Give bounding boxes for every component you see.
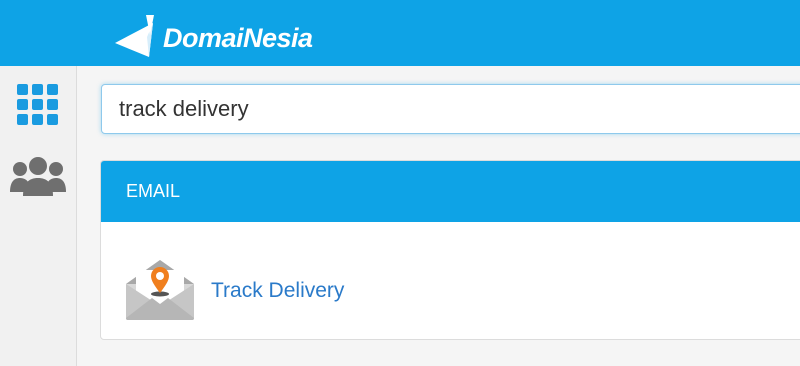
main-content: track delivery EMAIL Track Delivery bbox=[77, 66, 800, 366]
logo-arrow-icon bbox=[115, 15, 154, 57]
top-bar: DomaiNesia bbox=[0, 0, 800, 66]
sidebar bbox=[0, 66, 77, 366]
users-icon bbox=[10, 157, 66, 196]
section-header-email: EMAIL bbox=[101, 161, 800, 222]
results-panel: EMAIL Track Delivery bbox=[100, 160, 800, 340]
apps-grid-icon bbox=[17, 84, 58, 125]
logo-text: DomaiNesia bbox=[163, 22, 313, 53]
search-input[interactable]: track delivery bbox=[101, 84, 800, 134]
sidebar-item-users[interactable] bbox=[0, 154, 76, 200]
result-item-track-delivery[interactable]: Track Delivery bbox=[122, 258, 344, 322]
result-item-label[interactable]: Track Delivery bbox=[211, 280, 344, 301]
track-delivery-icon bbox=[126, 260, 194, 320]
domainesia-logo[interactable]: DomaiNesia bbox=[113, 10, 313, 60]
sidebar-item-apps[interactable] bbox=[0, 82, 76, 128]
